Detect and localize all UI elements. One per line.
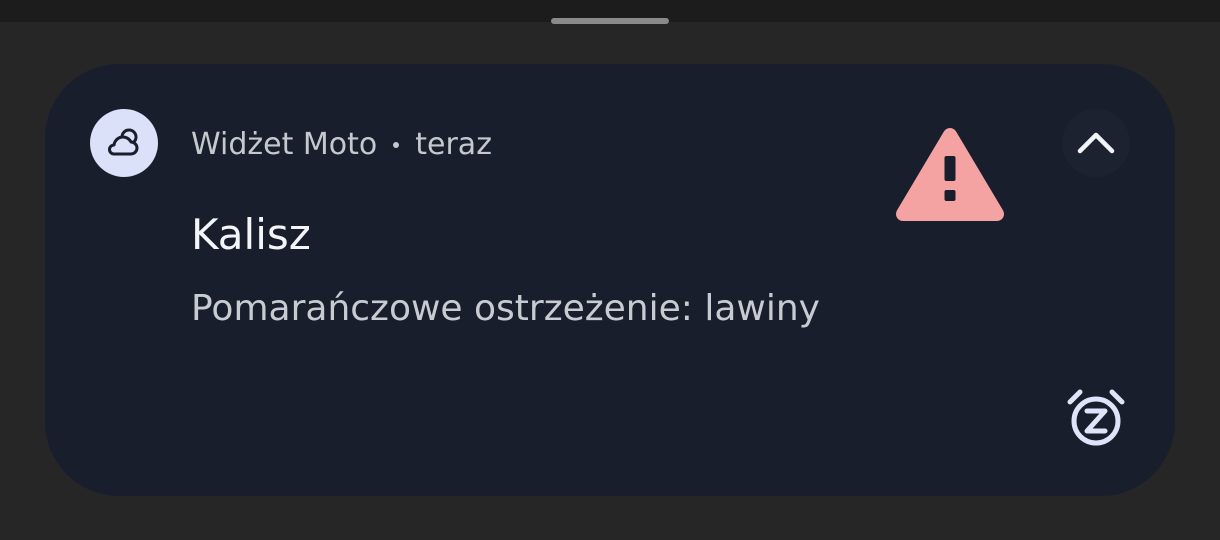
app-name: Widżet Moto — [191, 126, 378, 162]
notification-title: Kalisz — [191, 210, 311, 259]
separator-dot — [393, 142, 400, 148]
snooze-button[interactable] — [1063, 384, 1129, 450]
drag-handle[interactable] — [551, 18, 669, 24]
warning-icon — [896, 128, 1004, 221]
chevron-up-icon — [1077, 132, 1115, 154]
app-icon — [90, 109, 158, 177]
notification-header: Widżet Moto teraz — [191, 123, 492, 165]
notification-body: Pomarańczowe ostrzeżenie: lawiny — [191, 288, 820, 329]
notification-card[interactable]: Widżet Moto teraz Kalisz Pomarańczowe os… — [45, 64, 1175, 496]
expand-button[interactable] — [1062, 109, 1130, 177]
notification-time: teraz — [415, 126, 492, 162]
snooze-alarm-icon — [1067, 389, 1125, 446]
cloud-icon — [108, 128, 139, 156]
